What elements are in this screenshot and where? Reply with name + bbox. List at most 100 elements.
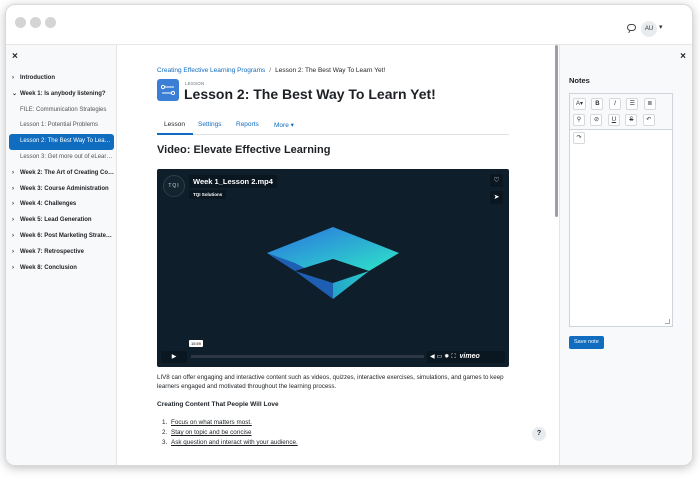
sidebar-item-label: Week 1: Is anybody listening? (20, 90, 106, 97)
sidebar-section[interactable]: › Week 5: Lead Generation (6, 213, 117, 229)
tab-reports[interactable]: Reports (236, 121, 259, 128)
sidebar-section[interactable]: › Week 7: Retrospective (6, 245, 117, 261)
link-icon[interactable]: ⚲ (573, 114, 585, 126)
chevron-right-icon[interactable]: › (12, 261, 14, 277)
breadcrumb-separator: / (269, 67, 272, 74)
breadcrumb: Creating Effective Learning Programs / Les… (157, 67, 385, 74)
video-progress-bar[interactable] (191, 355, 424, 358)
chevron-down-icon[interactable]: ⌄ (12, 87, 17, 103)
course-index: › Introduction ⌄ Week 1: Is anybody listeni… (6, 71, 117, 276)
underline-icon[interactable]: U (607, 114, 620, 126)
italic-icon[interactable]: I (608, 98, 621, 110)
tab-lesson[interactable]: Lesson (164, 121, 185, 128)
title-bar: AU ▾ (6, 5, 692, 45)
chevron-right-icon[interactable]: › (12, 197, 14, 213)
sidebar-section[interactable]: › Week 8: Conclusion (6, 261, 117, 277)
main-scrollbar[interactable] (555, 45, 558, 217)
sidebar-item-label: Week 7: Retrospective (20, 248, 84, 255)
sidebar-section[interactable]: › Week 6: Post Marketing Strategies (6, 229, 117, 245)
sidebar-item-label: Lesson 3: Get more out of eLearning (20, 153, 117, 160)
resize-handle[interactable] (665, 319, 670, 324)
tab-more[interactable]: More ▾ (274, 121, 294, 129)
breadcrumb-course-link[interactable]: Creating Effective Learning Programs (157, 67, 265, 74)
window-zoom-dot[interactable] (45, 17, 56, 28)
redo-icon[interactable]: ↷ (573, 132, 585, 144)
chevron-right-icon[interactable]: › (12, 213, 14, 229)
toolbar-row: ⚲ ⊘ U S ↶ ↷ (573, 114, 672, 144)
video-time: 15:59 (189, 340, 204, 347)
strikethrough-icon[interactable]: S (625, 114, 638, 126)
sidebar-item-label: Week 5: Lead Generation (20, 217, 92, 224)
bold-icon[interactable]: B (591, 98, 604, 110)
video-controls: ▶ 15:59 ◀▭✹⛶ vimeo (161, 340, 505, 363)
content-subheading: Creating Content That People Will Love (157, 401, 279, 408)
heart-icon[interactable]: ♡ (490, 174, 503, 187)
unlink-icon[interactable]: ⊘ (590, 114, 603, 126)
sidebar-item[interactable]: Lesson 1: Potential Problems (6, 118, 117, 134)
close-icon[interactable]: × (680, 51, 686, 62)
close-icon[interactable]: × (12, 51, 18, 62)
window-close-dot[interactable] (15, 17, 26, 28)
sidebar-item-label: FILE: Communication Strategies (20, 106, 107, 113)
sidebar-item-label: Week 6: Post Marketing Strategies (20, 232, 117, 239)
list-item: 1. Focus on what matters most. (162, 419, 252, 426)
sidebar-item-label: Week 8: Conclusion (20, 264, 77, 271)
play-icon[interactable]: ▶ (161, 351, 187, 363)
sidebar-item[interactable]: Lesson 3: Get more out of eLearning (6, 150, 117, 166)
notes-editor[interactable]: A▾ B I ☰ ≣ ⚲ ⊘ U S ↶ ↷ (569, 93, 673, 327)
chevron-right-icon[interactable]: › (12, 245, 14, 261)
sidebar-item[interactable]: FILE: Communication Strategies (6, 103, 117, 119)
video-player[interactable]: TQI Week 1_Lesson 2.mp4 TQI Solutions ♡ … (157, 169, 509, 367)
avatar[interactable]: AU (641, 21, 657, 37)
fullscreen-icon[interactable]: ⛶ (451, 354, 457, 360)
active-tab-indicator (157, 133, 193, 135)
sidebar-section[interactable]: › Introduction (6, 71, 117, 87)
help-button[interactable]: ? (532, 427, 546, 441)
sidebar-item[interactable]: Lesson 2: The Best Way To Learn Yet! (9, 134, 114, 150)
tips-list: 1. Focus on what matters most. 2. Stay on … (162, 418, 298, 448)
sidebar-item-label: Introduction (20, 75, 55, 81)
numbered-list-icon[interactable]: ≣ (643, 98, 656, 110)
sidebar-item-label: Week 2: The Art of Creating Content (20, 169, 117, 176)
video-byline[interactable]: TQI Solutions (189, 190, 227, 199)
lesson-paragraph: LIV8 can offer engaging and interactive … (157, 374, 504, 390)
course-index-drawer: × › Introduction ⌄ Week 1: Is anybody liste… (6, 45, 117, 465)
sidebar-item-label: Lesson 2: The Best Way To Learn Yet! (20, 138, 114, 145)
secondary-nav: Lesson Settings Reports More ▾ (157, 115, 509, 135)
messages-icon[interactable] (627, 24, 636, 31)
list-item: 3. Ask question and interact with your au… (162, 439, 298, 446)
bullet-list-icon[interactable]: ☰ (626, 98, 639, 110)
sidebar-section[interactable]: › Week 3: Course Administration (6, 182, 117, 198)
chevron-down-icon[interactable]: ▾ (659, 23, 663, 31)
main-content: Creating Effective Learning Programs / Les… (117, 45, 559, 465)
video-thumbnail-art (267, 227, 399, 299)
sidebar-item-label: Week 3: Course Administration (20, 185, 109, 192)
channel-logo[interactable]: TQI (163, 175, 185, 197)
video-heading: Video: Elevate Effective Learning (157, 144, 331, 156)
video-control-group: ◀▭✹⛶ vimeo (427, 351, 505, 363)
chevron-right-icon[interactable]: › (12, 71, 14, 87)
window-minimize-dot[interactable] (30, 17, 41, 28)
sidebar-item-label: Week 4: Challenges (20, 201, 77, 208)
share-icon[interactable]: ➤ (490, 191, 503, 204)
video-title[interactable]: Week 1_Lesson 2.mp4 (189, 175, 277, 188)
app-window: AU ▾ × › Introduction ⌄ Week 1: Is anybody … (5, 4, 693, 466)
sidebar-section[interactable]: ⌄ Week 1: Is anybody listening? (6, 87, 117, 103)
breadcrumb-current: Lesson 2: The Best Way To Learn Yet! (275, 67, 386, 74)
vimeo-logo[interactable]: vimeo (460, 353, 480, 360)
save-note-button[interactable]: Save note (569, 336, 604, 349)
sidebar-section[interactable]: › Week 2: The Art of Creating Content (6, 166, 117, 182)
undo-icon[interactable]: ↶ (642, 114, 655, 126)
chevron-right-icon[interactable]: › (12, 182, 14, 198)
lesson-icon (157, 79, 179, 101)
sidebar-section[interactable]: › Week 4: Challenges (6, 197, 117, 213)
chevron-right-icon[interactable]: › (12, 166, 14, 182)
chevron-right-icon[interactable]: › (12, 229, 14, 245)
tab-settings[interactable]: Settings (198, 121, 222, 128)
page-title: Lesson 2: The Best Way To Learn Yet! (184, 86, 436, 102)
volume-icon[interactable]: ◀ (430, 354, 437, 360)
editor-toolbar: A▾ B I ☰ ≣ ⚲ ⊘ U S ↶ ↷ (570, 94, 672, 144)
sidebar-item-label: Lesson 1: Potential Problems (20, 122, 99, 129)
list-item: 2. Stay on topic and be concise (162, 429, 252, 436)
font-style-icon[interactable]: A▾ (573, 98, 587, 110)
